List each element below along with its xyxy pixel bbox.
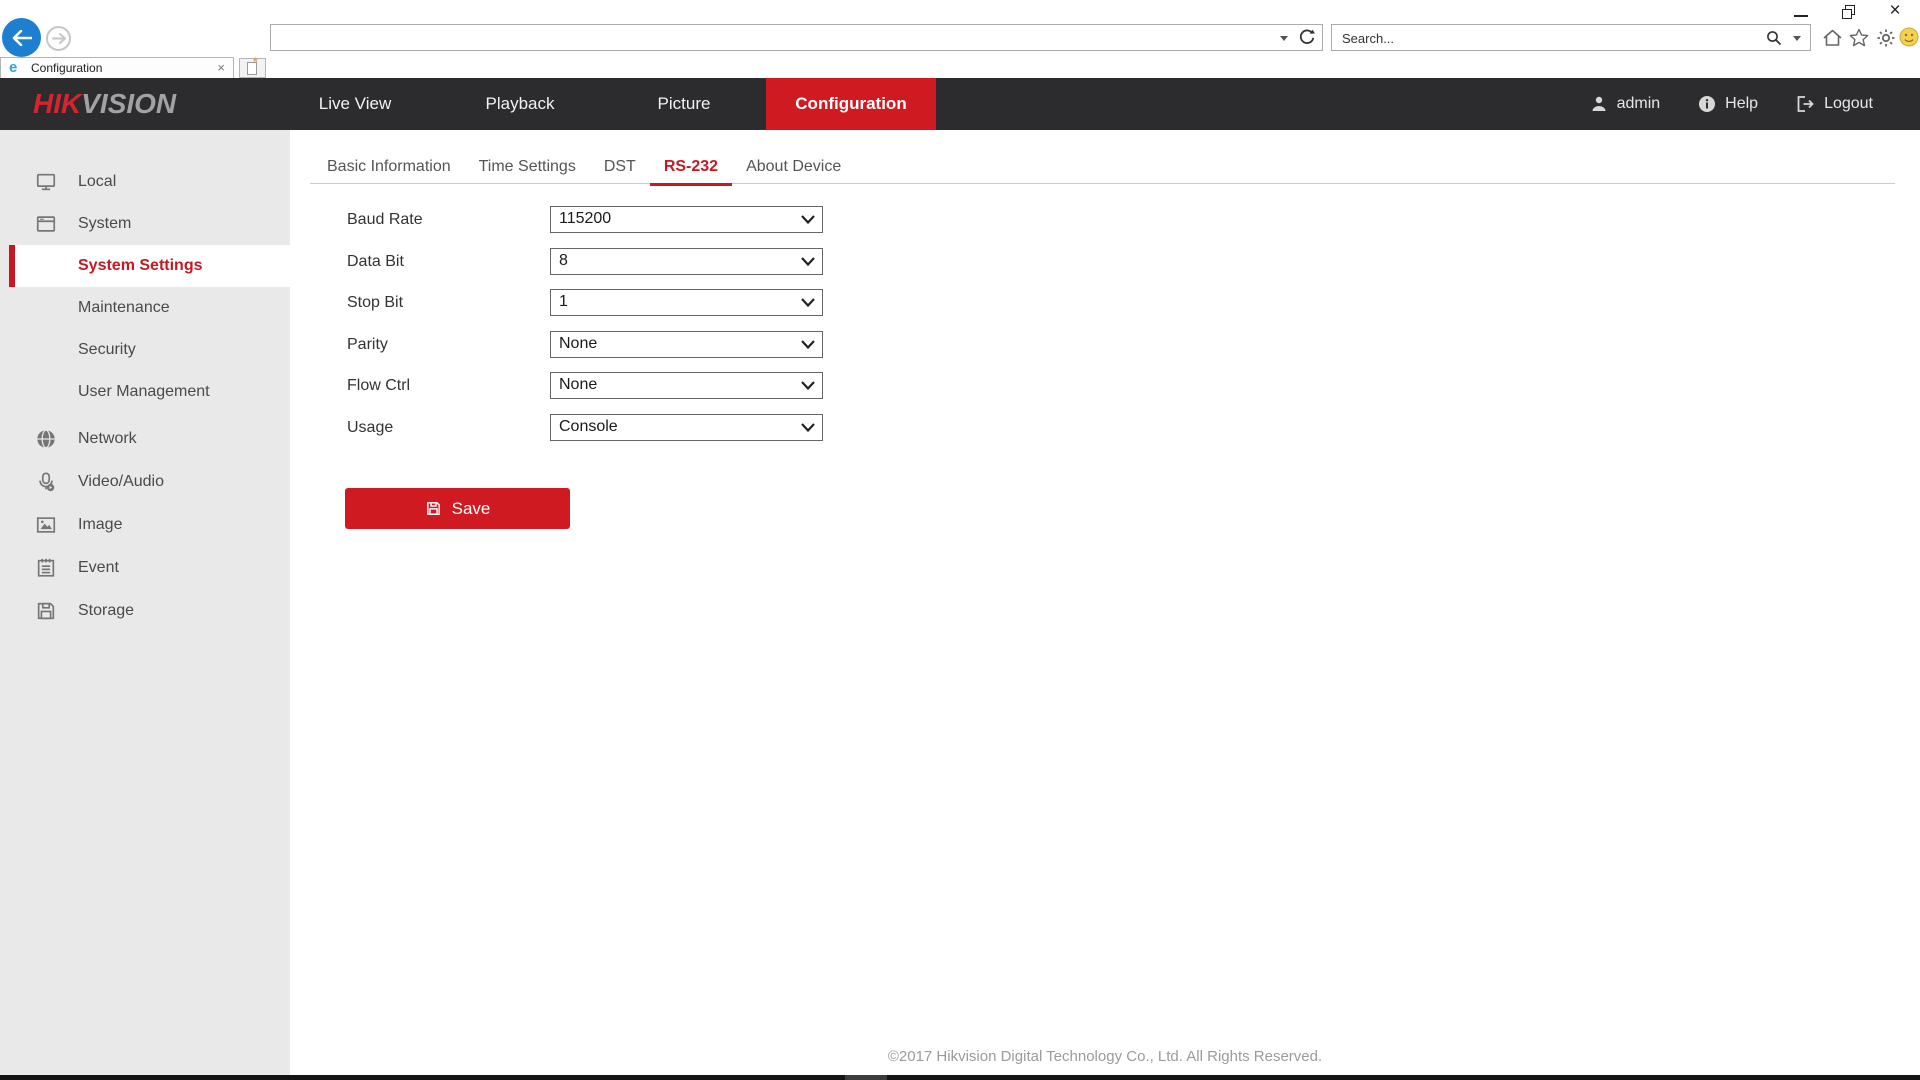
nav-configuration[interactable]: Configuration [766, 78, 936, 130]
ie-logo-icon: e [9, 59, 17, 77]
usage-select[interactable]: Console [550, 414, 823, 441]
main-content: Basic Information Time Settings DST RS-2… [290, 130, 1920, 1075]
flow-ctrl-select[interactable]: None [550, 372, 823, 399]
sidebar-item-storage[interactable]: Storage [0, 590, 290, 632]
flow-ctrl-label: Flow Ctrl [347, 372, 537, 399]
search-placeholder: Search... [1342, 31, 1394, 46]
logout-label: Logout [1824, 95, 1873, 113]
new-tab-button[interactable]: * [239, 58, 266, 78]
stop-bit-select[interactable]: 1 [550, 289, 823, 316]
info-icon [1698, 95, 1716, 113]
tab-close-icon[interactable]: × [217, 60, 225, 75]
event-icon [34, 556, 58, 580]
tab-rs232[interactable]: RS-232 [650, 150, 732, 186]
save-label: Save [452, 499, 491, 519]
browser-tab-configuration[interactable]: e Configuration × [0, 57, 234, 78]
site-header: HIKVISION Live View Playback Picture Con… [0, 78, 1920, 130]
sidebar-item-system-settings[interactable]: System Settings [9, 245, 290, 287]
search-dropdown-icon[interactable] [1793, 36, 1801, 41]
parity-select[interactable]: None [550, 331, 823, 358]
storage-icon [34, 599, 58, 623]
address-dropdown-icon[interactable] [1280, 36, 1288, 41]
tab-dst[interactable]: DST [590, 150, 650, 186]
logout-icon [1796, 95, 1815, 113]
usage-label: Usage [347, 414, 537, 441]
help-label: Help [1725, 95, 1758, 113]
nav-picture[interactable]: Picture [619, 78, 749, 130]
nav-playback[interactable]: Playback [455, 78, 585, 130]
help-button[interactable]: Help [1698, 95, 1758, 113]
tab-time-settings[interactable]: Time Settings [465, 150, 590, 186]
address-bar-input[interactable] [270, 24, 1323, 51]
window-icon [34, 212, 58, 236]
search-input[interactable]: Search... [1331, 24, 1811, 51]
back-button[interactable] [2, 18, 41, 57]
browser-chrome: × Search... [0, 0, 1920, 78]
new-tab-star-icon: * [253, 55, 258, 69]
chevron-down-icon [801, 298, 815, 307]
chevron-down-icon [801, 215, 815, 224]
baud-rate-label: Baud Rate [347, 206, 537, 233]
home-icon[interactable] [1822, 28, 1843, 47]
taskbar-sliver [0, 1075, 1920, 1080]
image-icon [34, 513, 58, 537]
minimize-icon[interactable] [1794, 15, 1808, 17]
favorites-star-icon[interactable] [1849, 28, 1869, 47]
browser-tab-title: Configuration [31, 61, 102, 75]
chevron-down-icon [801, 340, 815, 349]
hikvision-logo: HIKVISION [33, 78, 176, 130]
globe-icon [34, 427, 58, 451]
sidebar-item-system[interactable]: System [0, 203, 290, 245]
settings-tabbar: Basic Information Time Settings DST RS-2… [313, 150, 855, 186]
sidebar-item-video-audio[interactable]: Video/Audio [0, 461, 290, 503]
sidebar: Local System System Settings Maintenance… [0, 130, 290, 1075]
sidebar-item-maintenance[interactable]: Maintenance [0, 287, 290, 329]
restore-icon[interactable] [1842, 5, 1856, 19]
data-bit-select[interactable]: 8 [550, 248, 823, 275]
chevron-down-icon [801, 257, 815, 266]
browser-tab-row: e Configuration × * [0, 57, 1920, 78]
parity-label: Parity [347, 331, 537, 358]
close-icon[interactable]: × [1884, 0, 1906, 22]
sidebar-item-security[interactable]: Security [0, 329, 290, 371]
username: admin [1617, 95, 1661, 113]
tab-about-device[interactable]: About Device [732, 150, 855, 186]
tab-basic-information[interactable]: Basic Information [313, 150, 465, 186]
nav-live-view[interactable]: Live View [290, 78, 420, 130]
logout-button[interactable]: Logout [1796, 95, 1873, 113]
stop-bit-label: Stop Bit [347, 289, 537, 316]
chevron-down-icon [801, 423, 815, 432]
baud-rate-select[interactable]: 115200 [550, 206, 823, 233]
sidebar-item-event[interactable]: Event [0, 547, 290, 589]
sidebar-item-image[interactable]: Image [0, 504, 290, 546]
forward-button[interactable] [46, 26, 71, 51]
save-button[interactable]: Save [345, 488, 570, 529]
settings-gear-icon[interactable] [1876, 28, 1896, 48]
user-menu[interactable]: admin [1590, 95, 1661, 113]
search-icon[interactable] [1766, 30, 1782, 46]
ie-window: × Search... [0, 0, 1920, 1080]
sidebar-item-network[interactable]: Network [0, 418, 290, 460]
microphone-icon [34, 470, 58, 494]
sidebar-item-local[interactable]: Local [0, 161, 290, 203]
feedback-smiley-icon[interactable] [1899, 27, 1919, 47]
data-bit-label: Data Bit [347, 248, 537, 275]
chevron-down-icon [801, 381, 815, 390]
refresh-icon[interactable] [1298, 28, 1316, 46]
monitor-icon [34, 170, 58, 194]
save-floppy-icon [425, 500, 442, 517]
copyright-text: ©2017 Hikvision Digital Technology Co., … [290, 1048, 1920, 1065]
user-icon [1590, 95, 1608, 113]
sidebar-item-user-management[interactable]: User Management [0, 371, 290, 413]
